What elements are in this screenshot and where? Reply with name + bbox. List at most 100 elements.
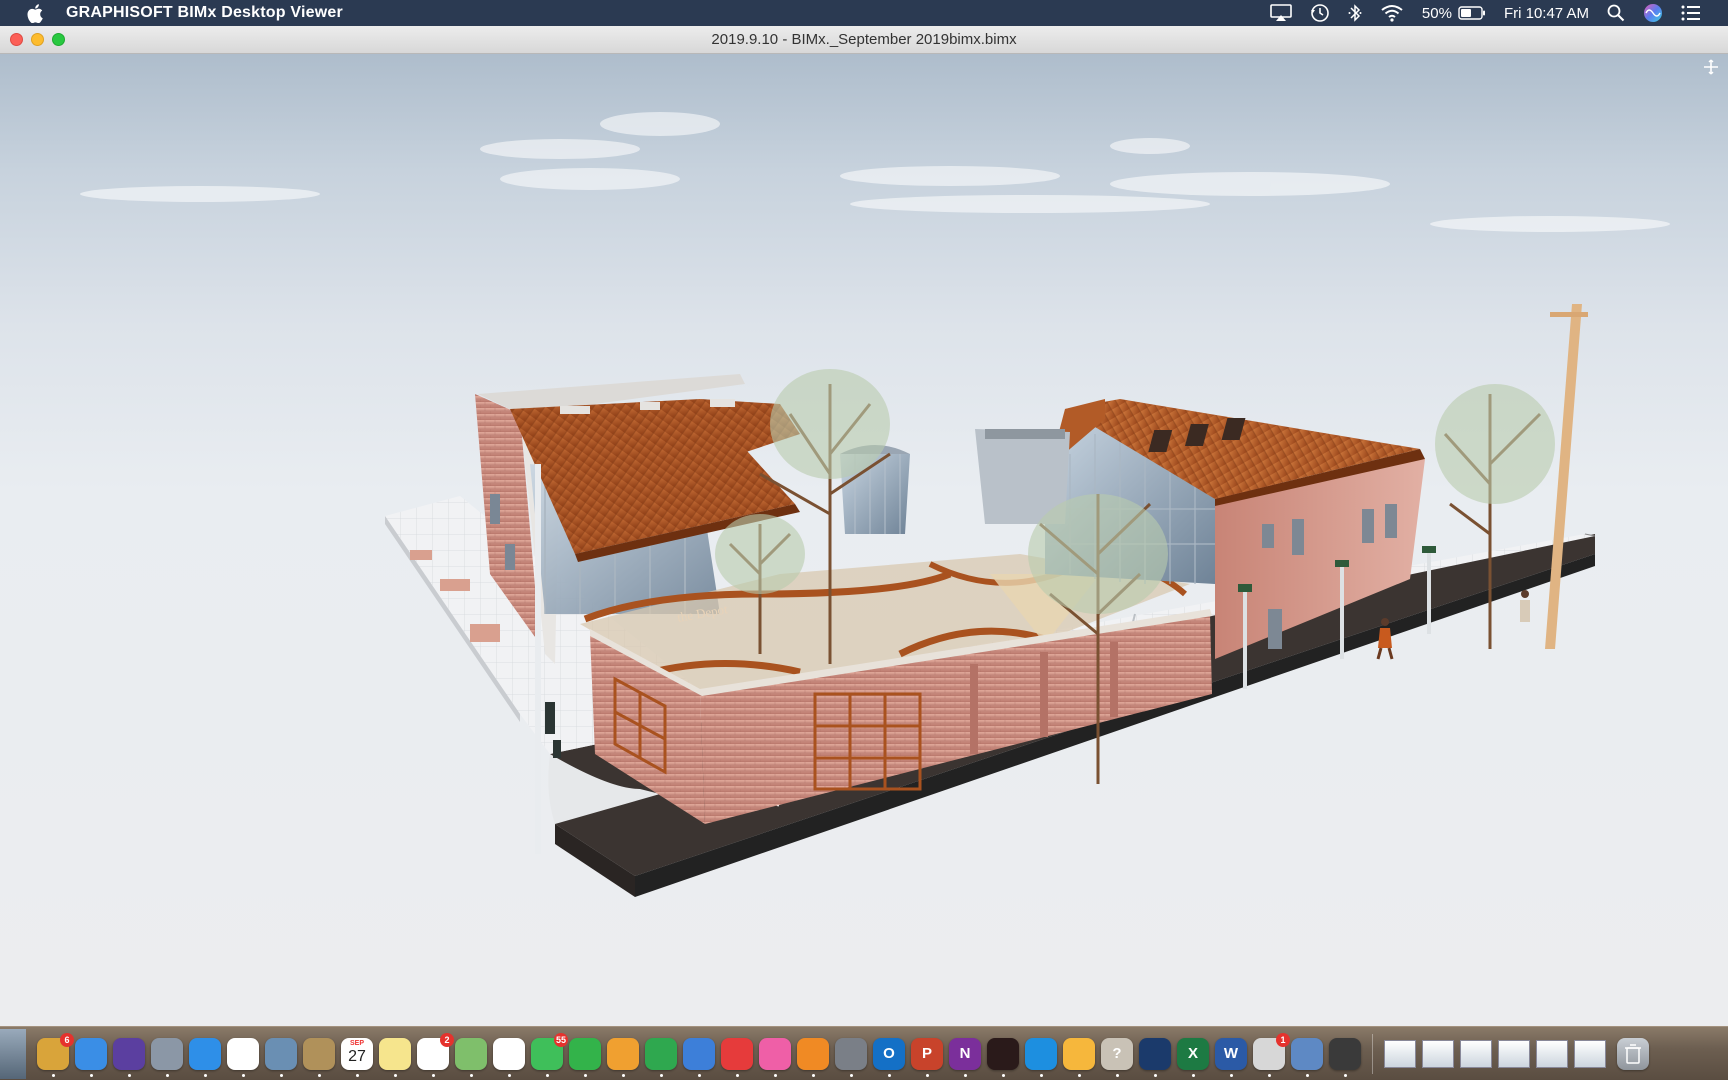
photos-icon[interactable] [493,1037,525,1077]
acrobat-icon[interactable] [987,1037,1019,1077]
chrome-canary-icon[interactable]: 6 [37,1032,74,1077]
running-indicator [963,1073,967,1077]
outlook-letter: O [883,1045,895,1062]
running-indicator [1001,1073,1005,1077]
launchpad-icon[interactable] [151,1037,183,1077]
excel-letter: X [1187,1045,1198,1062]
finder-icon[interactable] [75,1037,107,1077]
wifi-icon[interactable] [1371,0,1413,26]
recent-document-thumbnail[interactable] [1536,1039,1568,1068]
reminders-icon[interactable]: 2 [417,1032,454,1077]
safari-icon[interactable] [189,1037,221,1077]
search-icon[interactable] [1598,0,1634,26]
zoom-button[interactable] [52,33,65,46]
recent-document-thumbnail[interactable] [1460,1039,1492,1068]
bluetooth-icon[interactable] [1339,0,1371,26]
word-icon[interactable]: W [1215,1037,1247,1077]
running-indicator [431,1073,435,1077]
building-model-scene[interactable]: the Depot [0,54,1728,1026]
app-store-bundle-icon[interactable]: 1 [1253,1032,1290,1077]
calendar-icon[interactable]: SEP 27 [341,1037,373,1077]
numbers-icon[interactable] [645,1037,677,1077]
outlook-icon[interactable]: O [873,1037,905,1077]
sky-clouds [80,112,1670,232]
onenote-letter: N [959,1045,971,1062]
airplay-icon[interactable] [1261,0,1301,26]
running-indicator [735,1073,739,1077]
running-indicator [165,1073,169,1077]
skype-for-business-icon[interactable] [1025,1037,1057,1077]
bimx-icon[interactable] [1329,1037,1361,1077]
notes-app-icon[interactable] [303,1037,335,1077]
maps-icon[interactable] [455,1037,487,1077]
notes-icon[interactable] [379,1037,411,1077]
running-indicator [1153,1073,1157,1077]
sketch-icon[interactable] [1063,1037,1095,1077]
running-indicator [1039,1073,1043,1077]
running-indicator [507,1073,511,1077]
running-indicator [51,1073,55,1077]
window-controls [10,33,65,46]
help-letter: ? [1112,1045,1122,1062]
phone-app-icon[interactable] [1139,1037,1171,1077]
image-capture-icon[interactable] [1291,1037,1323,1077]
excel-icon[interactable]: X [1177,1037,1209,1077]
running-indicator [621,1073,625,1077]
running-indicator [1267,1073,1271,1077]
notification-center-icon[interactable] [1672,0,1710,26]
trash-icon[interactable] [1617,1037,1649,1070]
itunes-icon[interactable] [759,1037,791,1077]
running-indicator [203,1073,207,1077]
books-icon[interactable] [797,1037,829,1077]
preview-icon[interactable] [265,1037,297,1077]
running-indicator [925,1073,929,1077]
running-indicator [1343,1073,1347,1077]
chrome-icon[interactable] [227,1037,259,1077]
time-machine-icon[interactable] [1301,0,1339,26]
running-indicator [1305,1073,1309,1077]
desktop-thumbnail[interactable] [0,1028,26,1079]
notification-badge: 6 [60,1032,74,1047]
notification-badge: 2 [440,1032,454,1047]
pages-icon[interactable] [607,1037,639,1077]
battery-percent: 50% [1421,4,1452,22]
window-title-bar[interactable]: 2019.9.10 - BIMx._September 2019bimx.bim… [0,26,1728,54]
app-name[interactable]: GRAPHISOFT BIMx Desktop Viewer [66,4,343,22]
keynote-icon[interactable] [683,1037,715,1077]
recent-document-thumbnail[interactable] [1384,1039,1416,1068]
3d-viewport[interactable]: the Depot [0,54,1728,1026]
notification-badge: 1 [1276,1032,1290,1047]
minimize-button[interactable] [31,33,44,46]
help-icon[interactable]: ? [1101,1037,1133,1077]
running-indicator [127,1073,131,1077]
recent-document-thumbnail[interactable] [1574,1039,1606,1068]
running-indicator [393,1073,397,1077]
running-indicator [773,1073,777,1077]
siri-icon[interactable] [1634,0,1672,26]
siri-icon[interactable] [113,1037,145,1077]
news-icon[interactable] [721,1037,753,1077]
system-preferences-icon[interactable] [835,1037,867,1077]
menu-bar: GRAPHISOFT BIMx Desktop Viewer 50% Fri 1… [0,0,1728,26]
apple-menu-icon[interactable] [24,2,46,24]
running-indicator [1077,1073,1081,1077]
running-indicator [279,1073,283,1077]
running-indicator [887,1073,891,1077]
battery-icon [1458,6,1485,20]
window-title: 2019.9.10 - BIMx._September 2019bimx.bim… [711,31,1017,48]
messages-icon[interactable]: 55 [531,1032,568,1077]
recent-document-thumbnail[interactable] [1422,1039,1454,1068]
running-indicator [583,1073,587,1077]
facetime-icon[interactable] [569,1037,601,1077]
dock: 6 SEP 27 2 55 O P N? X W 1 [0,1026,1728,1080]
running-indicator [355,1073,359,1077]
close-button[interactable] [10,33,23,46]
battery-status[interactable]: 50% [1413,0,1495,26]
powerpoint-icon[interactable]: P [911,1037,943,1077]
dock-app-list: 6 SEP 27 2 55 O P N? X W 1 [34,1032,1364,1077]
running-indicator [469,1073,473,1077]
onenote-icon[interactable]: N [949,1037,981,1077]
clock[interactable]: Fri 10:47 AM [1495,0,1598,26]
fullscreen-toggle-icon[interactable] [1702,58,1720,76]
recent-document-thumbnail[interactable] [1498,1039,1530,1068]
